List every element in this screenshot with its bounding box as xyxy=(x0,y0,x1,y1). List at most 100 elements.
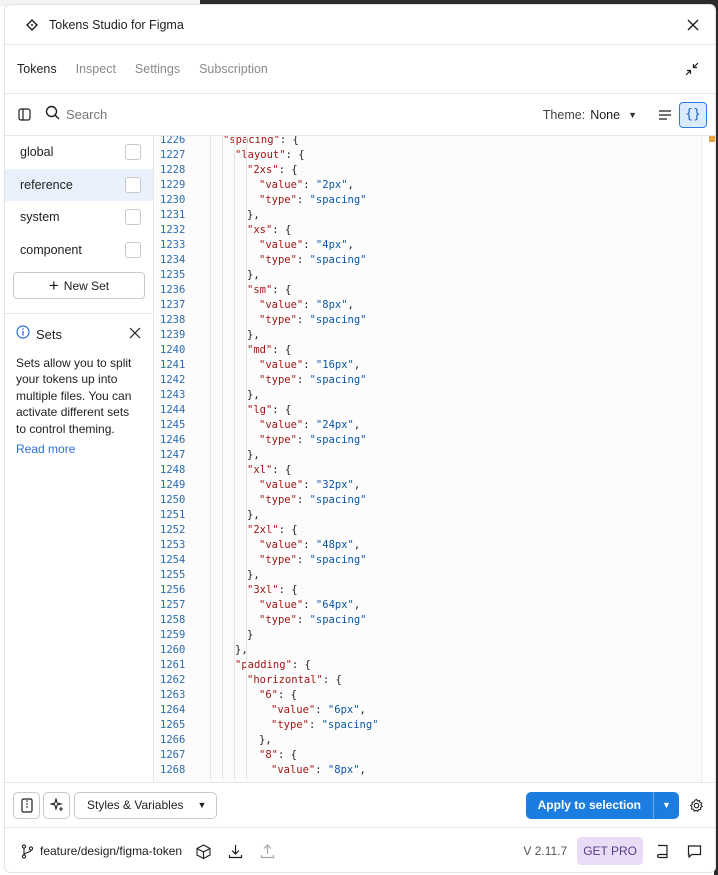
json-view-button[interactable]: {} xyxy=(679,101,707,128)
list-view-button[interactable] xyxy=(651,102,679,128)
upload-icon[interactable] xyxy=(256,840,278,862)
code-line: 1232 "xs": { xyxy=(154,223,379,238)
read-more-link[interactable]: Read more xyxy=(16,442,75,456)
line-number: 1235 xyxy=(160,269,186,281)
code-content: "value": "8px", xyxy=(259,299,354,311)
document-icon[interactable] xyxy=(13,791,40,819)
code-content: "md": { xyxy=(247,344,292,356)
code-content: "xs": { xyxy=(247,224,292,236)
code-content: "spacing": { xyxy=(223,136,299,146)
set-checkbox[interactable] xyxy=(125,176,141,193)
code-content: "type": "spacing" xyxy=(259,194,367,206)
branch-selector[interactable]: feature/design/figma-token xyxy=(21,843,183,859)
sets-info-panel: Sets Sets allow you to split your tokens… xyxy=(5,314,153,458)
apply-to-selection-button[interactable]: Apply to selection ▼ xyxy=(525,791,679,819)
code-line: 1234 "type": "spacing" xyxy=(154,253,379,268)
indent-guide xyxy=(246,136,247,779)
gear-icon[interactable] xyxy=(685,794,707,816)
code-content: "value": "4px", xyxy=(259,239,354,251)
code-content: "6": { xyxy=(259,689,297,701)
line-number: 1245 xyxy=(160,419,186,431)
new-set-label: New Set xyxy=(63,278,110,293)
sidebar-toggle-icon[interactable] xyxy=(15,106,33,124)
line-number: 1260 xyxy=(160,644,186,656)
info-title: Sets xyxy=(36,327,63,342)
styles-variables-dropdown[interactable]: Styles & Variables ▼ xyxy=(74,791,218,819)
editor-scrollbar[interactable] xyxy=(701,136,715,782)
code-content: }, xyxy=(247,329,260,341)
code-content: "lg": { xyxy=(247,404,292,416)
set-checkbox[interactable] xyxy=(125,144,141,161)
code-content: "sm": { xyxy=(247,284,292,296)
feedback-icon[interactable] xyxy=(683,840,705,862)
code-line: 1249 "value": "32px", xyxy=(154,478,379,493)
line-number: 1250 xyxy=(160,494,186,506)
collapse-icon[interactable] xyxy=(681,58,703,80)
search-input[interactable] xyxy=(66,107,266,122)
line-number: 1261 xyxy=(160,659,186,671)
code-content: }, xyxy=(235,644,248,656)
cube-sync-icon[interactable] xyxy=(192,840,214,862)
tab-tokens[interactable]: Tokens xyxy=(17,62,57,76)
set-label: component xyxy=(20,242,82,257)
status-footer: feature/design/figma-token V 2.11.7 GET … xyxy=(5,827,715,872)
code-line: 1247}, xyxy=(154,448,379,463)
set-item-global[interactable]: global xyxy=(5,136,153,169)
line-number: 1257 xyxy=(160,599,186,611)
code-line: 1265 "type": "spacing" xyxy=(154,718,379,733)
branch-name: feature/design/figma-token xyxy=(40,844,183,858)
scrollbar-thumb[interactable] xyxy=(709,136,715,142)
code-content: "value": "64px", xyxy=(259,599,361,611)
main-tabs: Tokens Inspect Settings Subscription xyxy=(5,45,715,94)
diamond-icon xyxy=(25,18,39,32)
code-content: "value": "24px", xyxy=(259,419,361,431)
tab-settings[interactable]: Settings xyxy=(135,62,180,76)
view-toggle: {} xyxy=(651,101,707,128)
code-line: 1264 "value": "6px", xyxy=(154,703,379,718)
set-item-reference[interactable]: reference xyxy=(5,168,153,201)
new-set-button[interactable]: + New Set xyxy=(13,272,145,299)
indent-guide xyxy=(222,136,223,779)
code-content: "value": "2px", xyxy=(259,179,354,191)
token-sets-sidebar: global reference system component + New … xyxy=(5,136,154,782)
set-item-system[interactable]: system xyxy=(5,201,153,234)
code-line: 1243}, xyxy=(154,388,379,403)
apply-options-dropdown[interactable]: ▼ xyxy=(653,791,679,819)
line-number: 1241 xyxy=(160,359,186,371)
line-number: 1255 xyxy=(160,569,186,581)
indent-guide xyxy=(210,136,211,779)
download-icon[interactable] xyxy=(224,840,246,862)
set-checkbox[interactable] xyxy=(125,241,141,258)
code-content: "value": "32px", xyxy=(259,479,361,491)
set-checkbox[interactable] xyxy=(125,209,141,226)
code-content: "type": "spacing" xyxy=(271,719,379,731)
line-number: 1227 xyxy=(160,149,186,161)
code-content: "type": "spacing" xyxy=(259,374,367,386)
code-content: }, xyxy=(247,209,260,221)
code-line: 1263 "6": { xyxy=(154,688,379,703)
styles-label: Styles & Variables xyxy=(87,798,184,812)
tab-inspect[interactable]: Inspect xyxy=(76,62,116,76)
theme-selector[interactable]: Theme: None ▼ xyxy=(543,108,637,122)
sparkle-icon[interactable] xyxy=(43,791,70,819)
close-icon[interactable] xyxy=(129,326,141,344)
braces-icon: {} xyxy=(685,107,701,122)
book-icon[interactable] xyxy=(651,840,673,862)
get-pro-button[interactable]: GET PRO xyxy=(577,837,643,865)
code-line: 1250 "type": "spacing" xyxy=(154,493,379,508)
line-number: 1248 xyxy=(160,464,186,476)
json-editor[interactable]: 1226 "spacing": {1227 "layout": {1228 "2xs"… xyxy=(154,136,715,782)
code-line: 1262 "horizontal": { xyxy=(154,673,379,688)
line-number: 1226 xyxy=(160,136,186,146)
line-number: 1265 xyxy=(160,719,186,731)
line-number: 1238 xyxy=(160,314,186,326)
code-content: }, xyxy=(247,269,260,281)
close-icon[interactable] xyxy=(683,15,703,35)
code-content: "type": "spacing" xyxy=(259,254,367,266)
code-line: 1259} xyxy=(154,628,379,643)
code-content: "type": "spacing" xyxy=(259,314,367,326)
set-item-component[interactable]: component xyxy=(5,234,153,267)
code-line: 1254 "type": "spacing" xyxy=(154,553,379,568)
tab-subscription[interactable]: Subscription xyxy=(199,62,268,76)
code-line: 1244 "lg": { xyxy=(154,403,379,418)
